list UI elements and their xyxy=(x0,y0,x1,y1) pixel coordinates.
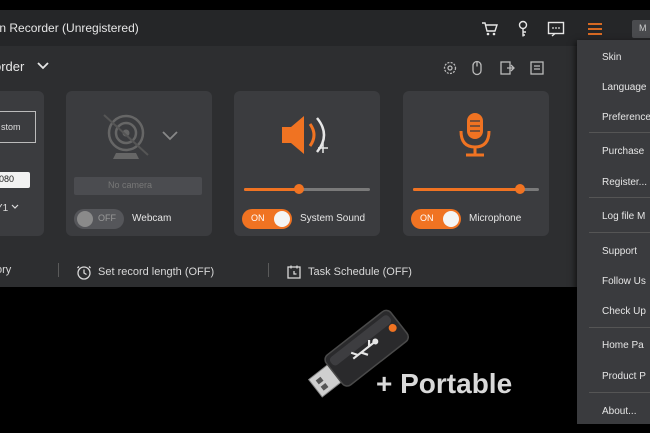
mic-volume-slider[interactable] xyxy=(413,184,539,194)
key-icon[interactable] xyxy=(512,18,534,40)
menu-divider xyxy=(589,197,650,198)
system-volume-slider[interactable] xyxy=(244,184,370,194)
task-schedule-button[interactable]: Task Schedule (OFF) xyxy=(286,264,412,280)
promo-text: + Portable xyxy=(376,368,513,399)
display-label: AY1 xyxy=(0,203,9,214)
toggle-state: ON xyxy=(251,213,265,223)
toggle-knob xyxy=(77,211,93,227)
menu-divider xyxy=(589,392,650,393)
screen-area-card: stom 080 AY1 xyxy=(0,91,44,236)
chat-icon[interactable] xyxy=(545,18,567,40)
toggle-state: ON xyxy=(420,213,434,223)
toggle-state: OFF xyxy=(98,213,116,223)
bottom-bar: ory Set record length (OFF) Task Schedul… xyxy=(0,258,580,284)
webcam-toggle[interactable]: OFF xyxy=(74,209,124,229)
menu-divider xyxy=(589,232,650,233)
menu-item-support[interactable]: Support xyxy=(602,246,637,257)
clock-icon xyxy=(77,266,91,280)
history-link[interactable]: ory xyxy=(0,264,11,276)
area-select-box[interactable]: stom xyxy=(0,111,36,143)
webcam-label: Webcam xyxy=(132,213,172,224)
menu-item-product-page[interactable]: Product P xyxy=(602,371,646,382)
menu-item-language[interactable]: Language xyxy=(602,82,647,93)
toggle-knob xyxy=(274,211,290,227)
toolbar: order xyxy=(0,54,580,86)
menu-item-follow-us[interactable]: Follow Us xyxy=(602,276,646,287)
menu-item-log-file[interactable]: Log file M xyxy=(602,211,645,222)
file-icon[interactable] xyxy=(527,58,547,78)
microphone-icon[interactable] xyxy=(455,109,495,164)
menu-button[interactable]: M xyxy=(632,20,650,38)
chevron-down-icon[interactable] xyxy=(36,59,50,78)
alarm-icon xyxy=(287,265,301,279)
system-sound-toggle[interactable]: ON xyxy=(242,209,292,229)
microphone-label: Microphone xyxy=(469,213,522,224)
gear-icon[interactable] xyxy=(440,58,460,78)
slider-fill xyxy=(413,188,520,191)
slider-thumb[interactable] xyxy=(515,184,525,194)
display-selector[interactable]: AY1 xyxy=(0,203,19,214)
task-schedule-label: Task Schedule (OFF) xyxy=(308,266,412,278)
resolution-field[interactable]: 080 xyxy=(0,172,30,188)
title-bar: een Recorder (Unregistered) M xyxy=(0,10,650,46)
cart-icon[interactable] xyxy=(479,18,501,40)
menu-item-preference[interactable]: Preference xyxy=(602,112,650,123)
record-length-button[interactable]: Set record length (OFF) xyxy=(76,264,214,280)
microphone-toggle[interactable]: ON xyxy=(411,209,461,229)
main-menu-dropdown: Skin Language Preference Purchase Regist… xyxy=(577,40,650,424)
menu-item-register[interactable]: Register... xyxy=(602,177,647,188)
system-sound-card: ON System Sound xyxy=(234,91,380,236)
chevron-down-icon xyxy=(11,204,19,209)
webcam-card: No camera OFF Webcam xyxy=(66,91,212,236)
webcam-icon[interactable] xyxy=(100,111,156,168)
speaker-icon[interactable] xyxy=(278,109,338,166)
area-label: stom xyxy=(1,122,21,132)
menu-item-purchase[interactable]: Purchase xyxy=(602,146,644,157)
divider xyxy=(268,263,269,277)
chevron-down-icon[interactable] xyxy=(162,129,178,147)
microphone-card: ON Microphone xyxy=(403,91,549,236)
mode-selector[interactable]: order xyxy=(0,59,24,74)
slider-fill xyxy=(244,188,299,191)
menu-divider xyxy=(589,327,650,328)
camera-select[interactable]: No camera xyxy=(74,177,202,195)
toggle-knob xyxy=(443,211,459,227)
menu-item-about[interactable]: About... xyxy=(602,406,636,417)
record-length-label: Set record length (OFF) xyxy=(98,266,215,278)
menu-divider xyxy=(589,132,650,133)
menu-item-check-update[interactable]: Check Up xyxy=(602,306,646,317)
menu-item-home-page[interactable]: Home Pa xyxy=(602,340,644,351)
export-icon[interactable] xyxy=(497,58,517,78)
window-title: een Recorder (Unregistered) xyxy=(0,21,139,35)
hamburger-icon[interactable] xyxy=(584,18,606,40)
mouse-icon[interactable] xyxy=(467,58,487,78)
menu-item-skin[interactable]: Skin xyxy=(602,52,621,63)
recorder-window: een Recorder (Unregistered) M order xyxy=(0,10,650,287)
system-sound-label: System Sound xyxy=(300,213,366,224)
slider-thumb[interactable] xyxy=(294,184,304,194)
divider xyxy=(58,263,59,277)
